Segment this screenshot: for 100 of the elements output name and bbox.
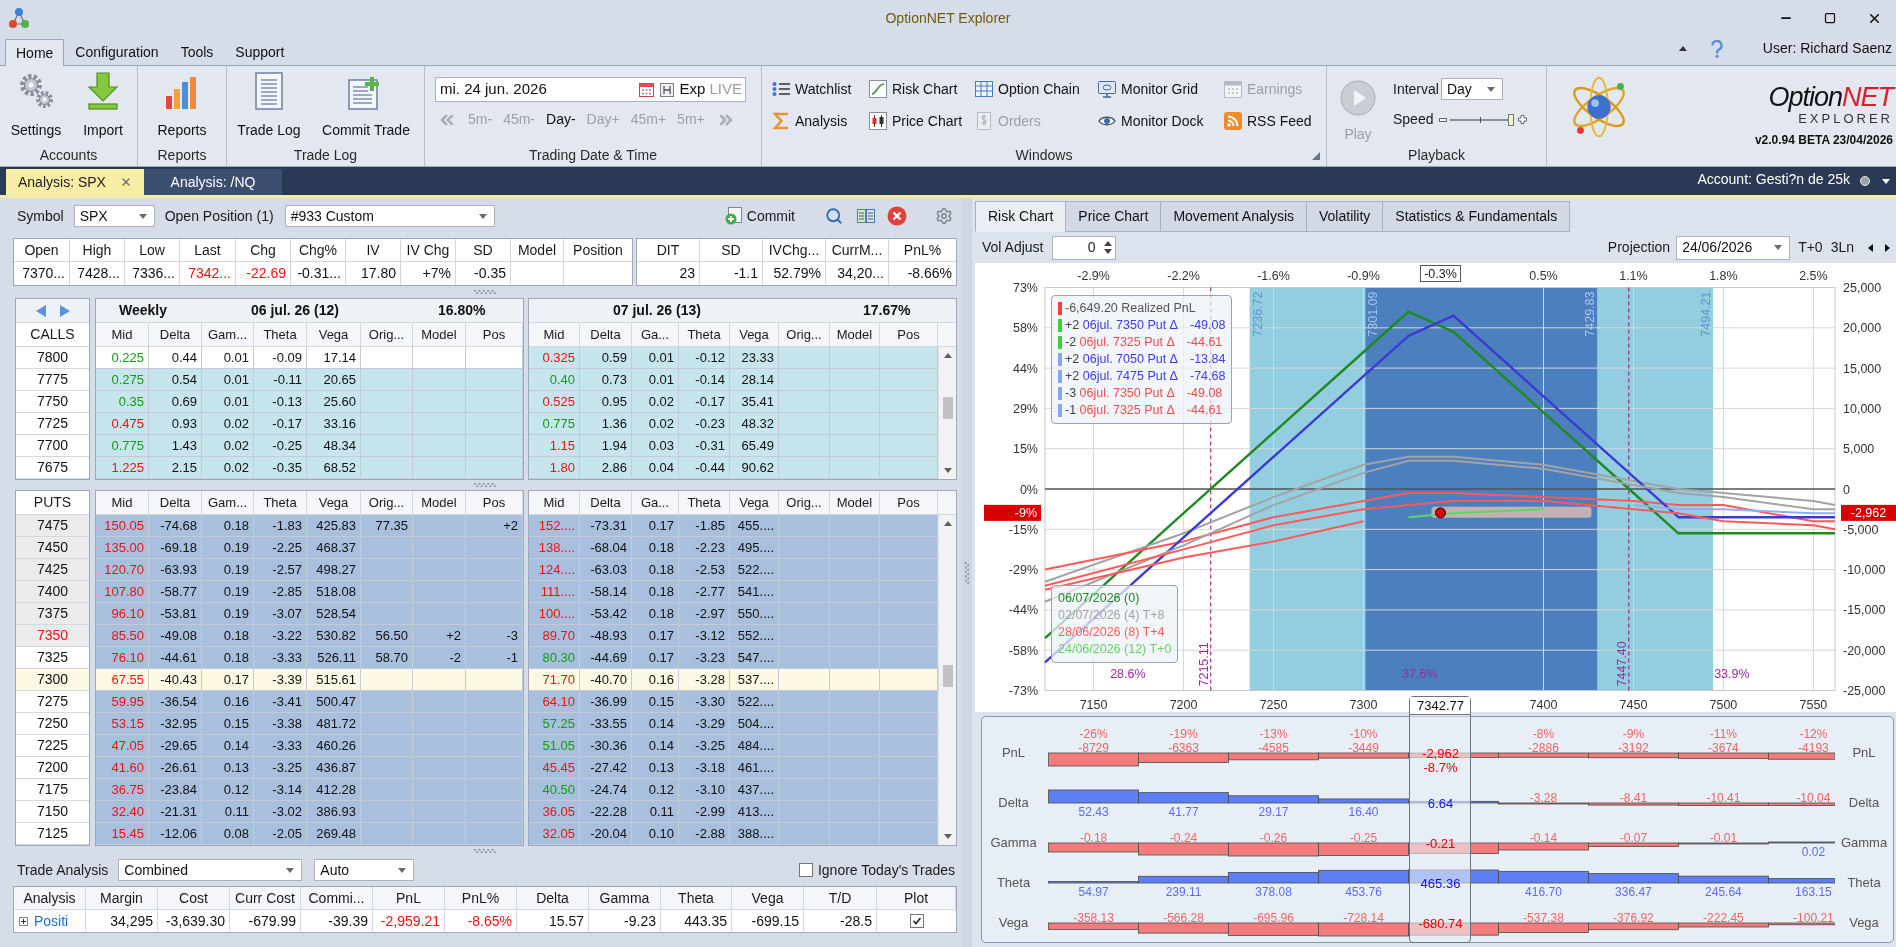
user-name: User: Richard Saenz bbox=[1762, 39, 1892, 58]
account-label: Account: Gesti?n de 25k bbox=[1697, 170, 1850, 189]
axis-label: -73% bbox=[1008, 684, 1038, 698]
legend-entry: +2 06jul. 7475 Put Δ -74.68 bbox=[1065, 368, 1226, 386]
row-label: Vega bbox=[998, 915, 1029, 931]
value-label: 16.40 bbox=[1348, 804, 1379, 819]
axis-label: 58% bbox=[1012, 321, 1038, 336]
axis-label: 15% bbox=[1012, 442, 1038, 457]
table-cell: 0.02 bbox=[202, 457, 254, 479]
column-header: Theta bbox=[661, 887, 732, 910]
current-percent-tag: -9% bbox=[984, 504, 1041, 521]
value-label: -695.96 bbox=[1253, 910, 1294, 925]
axis-label: 2.5% bbox=[1799, 269, 1828, 283]
table-cell: 0.10 bbox=[632, 823, 679, 845]
strike-cell: 7450 bbox=[16, 537, 89, 559]
row-label: Theta bbox=[1847, 875, 1881, 891]
column-header: SD bbox=[456, 239, 510, 262]
cursor-value: 6.64 bbox=[1427, 796, 1454, 812]
table-cell: 15.57 bbox=[517, 910, 589, 932]
percent-label: -12% bbox=[1799, 727, 1828, 741]
column-header: DIT bbox=[637, 239, 699, 262]
table-cell: 32.05 bbox=[529, 823, 580, 845]
column-header: Curr Cost bbox=[230, 887, 301, 910]
table-cell: -12.06 bbox=[149, 823, 202, 845]
column-header: Position bbox=[564, 239, 632, 262]
table-cell: 1.80 bbox=[529, 457, 580, 479]
axis-label: 10,000 bbox=[1843, 401, 1882, 416]
percent-label: -19% bbox=[1169, 727, 1198, 741]
axis-label: 7300 bbox=[1349, 698, 1378, 712]
row-label: Theta bbox=[996, 875, 1031, 891]
value-label: -0.26 bbox=[1259, 830, 1288, 845]
column-header: Last bbox=[180, 239, 235, 262]
legend-entry: 02/07/2026 (4) T+8 bbox=[1058, 607, 1166, 624]
percent-label: -10% bbox=[1349, 727, 1378, 741]
open-position-label: Open Position (1) bbox=[164, 206, 274, 226]
value-label: -10.41 bbox=[1706, 790, 1741, 805]
value-label: -2886 bbox=[1528, 740, 1559, 755]
table-cell: -8.65% bbox=[445, 910, 517, 932]
table-cell: 2.86 bbox=[580, 457, 632, 479]
value-label: -6363 bbox=[1168, 740, 1199, 755]
cursor-value: 465.36 bbox=[1420, 876, 1461, 892]
row-label: Gamma bbox=[1840, 835, 1888, 851]
value-label: 163.15 bbox=[1795, 884, 1832, 899]
value-label: -100.21 bbox=[1793, 910, 1834, 925]
probability-label: 33.9% bbox=[1714, 666, 1750, 681]
axis-label: -58% bbox=[1008, 643, 1038, 658]
axis-label: 20,000 bbox=[1843, 321, 1882, 336]
speed-label: Speed bbox=[1393, 110, 1434, 129]
breakeven-label: 7447.40 bbox=[1614, 641, 1629, 687]
cursor-value: -8.7% bbox=[1423, 760, 1458, 776]
row-label: Vega bbox=[1849, 915, 1879, 931]
table-cell: 1.225 bbox=[96, 457, 149, 479]
table-cell: -699.15 bbox=[732, 910, 804, 932]
table-cell: -9.23 bbox=[589, 910, 661, 932]
column-header: Gamma bbox=[589, 887, 661, 910]
series-name: Weekly bbox=[119, 302, 167, 318]
value-label: -0.18 bbox=[1079, 830, 1108, 845]
table-cell-text: -0.35 bbox=[473, 264, 507, 283]
column-header: PnL% bbox=[889, 239, 956, 262]
table-cell: 443.35 bbox=[661, 910, 732, 932]
axis-label: 5,000 bbox=[1843, 442, 1875, 457]
table-cell-text: -22.69 bbox=[245, 264, 287, 283]
value-label: -728.14 bbox=[1343, 910, 1384, 925]
column-header: Vega bbox=[732, 887, 804, 910]
axis-label: 73% bbox=[1012, 281, 1038, 295]
row-label: PnL bbox=[1001, 745, 1026, 761]
axis-label: -10,000 bbox=[1843, 563, 1886, 578]
legend-entry: -6,649.20 Realized PnL bbox=[1065, 300, 1196, 318]
table-cell-text: 23 bbox=[678, 264, 696, 283]
value-label: -10.04 bbox=[1796, 790, 1831, 805]
logo-tagline: EXPLORER bbox=[1798, 112, 1893, 126]
value-label: 239.11 bbox=[1165, 884, 1202, 899]
axis-label: -2.9% bbox=[1077, 269, 1110, 283]
group-label: Reports bbox=[157, 146, 207, 165]
value-label: 378.08 bbox=[1255, 884, 1292, 899]
trade-analysis-label: Trade Analysis bbox=[17, 860, 109, 880]
table-cell: -39.39 bbox=[301, 910, 373, 932]
axis-label: -2.2% bbox=[1167, 269, 1200, 283]
probability-label: 28.6% bbox=[1110, 666, 1146, 681]
column-header: PnL bbox=[373, 887, 445, 910]
value-label: 453.76 bbox=[1345, 884, 1382, 899]
column-header: High bbox=[70, 239, 124, 262]
cursor-value: -0.21 bbox=[1425, 836, 1456, 852]
table-cell-text: 52.79% bbox=[772, 264, 822, 283]
value-label: -3674 bbox=[1708, 740, 1739, 755]
value-label: -376.92 bbox=[1613, 910, 1654, 925]
value-label: -4193 bbox=[1798, 740, 1829, 755]
value-label: -8.41 bbox=[1619, 790, 1648, 805]
legend-entry: 24/06/2026 (12) T+0 bbox=[1058, 641, 1172, 658]
legend-entry: -2 06jul. 7325 Put Δ -44.61 bbox=[1065, 334, 1223, 352]
strike-cell: 7375 bbox=[16, 603, 89, 625]
table-cell: -28.5 bbox=[804, 910, 877, 932]
axis-label: -15% bbox=[1008, 522, 1038, 537]
axis-label: 29% bbox=[1012, 401, 1038, 416]
column-header: Plot bbox=[877, 887, 956, 910]
axis-label: 1.1% bbox=[1619, 269, 1648, 283]
table-cell-text: 7336... bbox=[131, 264, 176, 283]
strike-cell: 7425 bbox=[16, 559, 89, 581]
strike-cell: 7400 bbox=[16, 581, 89, 603]
axis-label: 15,000 bbox=[1843, 361, 1882, 376]
